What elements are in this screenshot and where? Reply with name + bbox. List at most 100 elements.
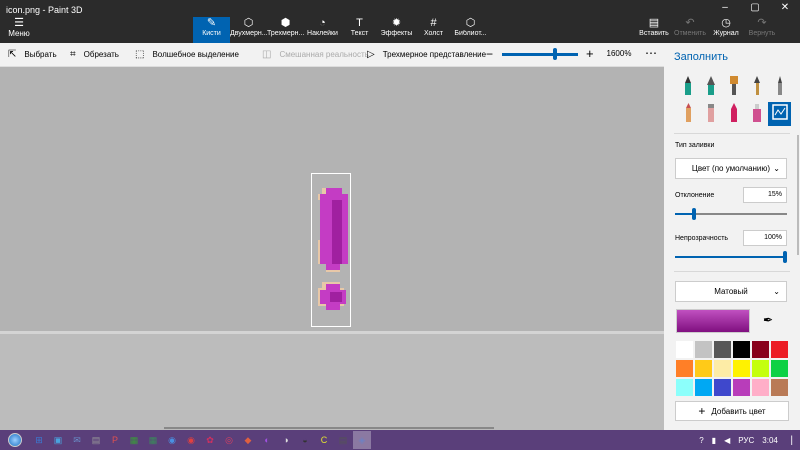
horizontal-scrollbar[interactable] (164, 427, 494, 429)
tab-3d-shapes[interactable]: ⬢ Трехмерн... (267, 17, 304, 43)
color-swatch[interactable] (675, 340, 694, 359)
zoom-in-button[interactable]: + (586, 46, 594, 61)
select-button[interactable]: ⇱ Выбрать (8, 49, 57, 60)
menu-button[interactable]: ☰ Меню (6, 18, 32, 39)
tab-stickers[interactable]: ◔ Наклейки (304, 17, 341, 43)
taskbar-app-icon[interactable]: ◈ (353, 431, 371, 449)
brush-fill[interactable] (768, 102, 791, 126)
brush-crayon[interactable] (722, 102, 745, 126)
panel-scrollbar[interactable] (797, 135, 799, 255)
magic-select-button[interactable]: ⬚ Волшебное выделение (135, 49, 239, 60)
tolerance-slider[interactable] (675, 208, 787, 220)
redo-button[interactable]: ↷ Вернуть (744, 17, 780, 43)
taskbar-app-icon[interactable]: ▦ (125, 431, 143, 449)
taskbar-app-icon[interactable]: P (106, 431, 124, 449)
taskbar-app-icon[interactable]: ◉ (163, 431, 181, 449)
color-swatch[interactable] (694, 359, 713, 378)
undo-button[interactable]: ↶ Отменить (672, 17, 708, 43)
material-dropdown[interactable]: Матовый ⌄ (675, 281, 787, 302)
close-button[interactable]: ✕ (770, 0, 800, 16)
more-options-icon[interactable]: ⋯ (645, 46, 657, 60)
color-swatch[interactable] (751, 359, 770, 378)
taskbar-app-icon[interactable]: ◒ (296, 431, 314, 449)
color-swatch[interactable] (732, 378, 751, 397)
image-selection-box[interactable] (311, 173, 351, 327)
color-swatch[interactable] (675, 359, 694, 378)
tolerance-input[interactable]: 15% (743, 187, 787, 203)
color-swatch[interactable] (770, 340, 789, 359)
taskbar-app-icon[interactable]: ◆ (239, 431, 257, 449)
brush-pixel[interactable] (768, 75, 791, 99)
language-indicator[interactable]: РУС (738, 436, 754, 445)
volume-icon[interactable]: ◀ (724, 436, 730, 445)
color-swatch[interactable] (751, 340, 770, 359)
color-swatch[interactable] (770, 378, 789, 397)
color-swatch[interactable] (694, 340, 713, 359)
color-swatch[interactable] (751, 378, 770, 397)
taskbar-app-icon[interactable]: ◎ (220, 431, 238, 449)
clock[interactable]: 3:04 (762, 436, 778, 445)
shapes2d-icon: ⬡ (243, 17, 254, 29)
eyedropper-icon[interactable]: ✒ (763, 313, 773, 327)
taskbar-app-icon[interactable]: C (315, 431, 333, 449)
color-swatch[interactable] (770, 359, 789, 378)
color-swatch[interactable] (732, 359, 751, 378)
maximize-button[interactable]: ▢ (740, 0, 770, 16)
color-swatch[interactable] (694, 378, 713, 397)
network-icon[interactable]: ▮ (712, 436, 716, 445)
tab-text[interactable]: T Текст (341, 17, 378, 43)
mixed-reality-button[interactable]: ◫ Смешанная реальность (262, 49, 369, 60)
material-value: Матовый (714, 287, 748, 296)
taskbar-app-icon[interactable]: ⊞ (30, 431, 48, 449)
canvas-workspace[interactable] (0, 67, 664, 430)
tab-effects[interactable]: ✹ Эффекты (378, 17, 415, 43)
history-button[interactable]: ◷ Журнал (708, 17, 744, 43)
show-desktop-button[interactable]: ▕ (786, 436, 792, 445)
brush-calligraphy[interactable] (699, 75, 722, 99)
paste-button[interactable]: ▤ Вставить (636, 17, 672, 43)
opacity-slider-thumb[interactable] (783, 251, 787, 263)
tab-2d-shapes[interactable]: ⬡ Двухмерн... (230, 17, 267, 43)
taskbar-app-icon[interactable]: ▣ (49, 431, 67, 449)
taskbar-app-icon[interactable]: ◑ (277, 431, 295, 449)
brush-pencil[interactable] (676, 102, 699, 126)
zoom-slider[interactable] (502, 53, 578, 56)
crop-button[interactable]: ⌗ Обрезать (70, 49, 119, 60)
taskbar-app-icon[interactable]: ◐ (258, 431, 276, 449)
taskbar-app-icon[interactable]: ✉ (68, 431, 86, 449)
start-button[interactable] (0, 430, 30, 450)
zoom-slider-thumb[interactable] (553, 48, 557, 60)
brush-watercolor[interactable] (745, 75, 768, 99)
color-swatch[interactable] (713, 378, 732, 397)
help-icon[interactable]: ? (699, 436, 703, 445)
opacity-slider[interactable] (675, 251, 787, 263)
taskbar-app-icon[interactable]: ◉ (182, 431, 200, 449)
crayon-icon (730, 103, 737, 122)
minimize-button[interactable]: – (710, 0, 740, 16)
color-swatch[interactable] (713, 340, 732, 359)
menu-label: Меню (8, 29, 30, 38)
brush-oil[interactable] (722, 75, 745, 99)
taskbar-app-icon[interactable]: ▤ (87, 431, 105, 449)
tab-brushes[interactable]: ✎ Кисти (193, 17, 230, 43)
view-3d-button[interactable]: ▷ Трехмерное представление (367, 49, 486, 60)
add-color-button[interactable]: + Добавить цвет (675, 401, 789, 421)
opacity-input[interactable]: 100% (743, 230, 787, 246)
taskbar-app-icon[interactable]: ▤ (334, 431, 352, 449)
brush-marker[interactable] (676, 75, 699, 99)
tolerance-slider-thumb[interactable] (691, 208, 696, 220)
library-icon: ⬡ (465, 17, 476, 29)
current-color-swatch[interactable] (676, 309, 750, 333)
brush-eraser[interactable] (699, 102, 722, 126)
tab-canvas[interactable]: # Холст (415, 17, 452, 43)
color-swatch[interactable] (675, 378, 694, 397)
fill-type-dropdown[interactable]: Цвет (по умолчанию) ⌄ (675, 158, 787, 179)
taskbar-app-icon[interactable]: ▦ (144, 431, 162, 449)
tab-library[interactable]: ⬡ Библиот... (452, 17, 489, 43)
taskbar-app-icon[interactable]: ✿ (201, 431, 219, 449)
zoom-out-button[interactable]: − (486, 47, 493, 61)
brush-spray[interactable] (745, 102, 768, 126)
color-swatch[interactable] (713, 359, 732, 378)
color-swatch[interactable] (732, 340, 751, 359)
zoom-value[interactable]: 1600% (604, 49, 634, 58)
